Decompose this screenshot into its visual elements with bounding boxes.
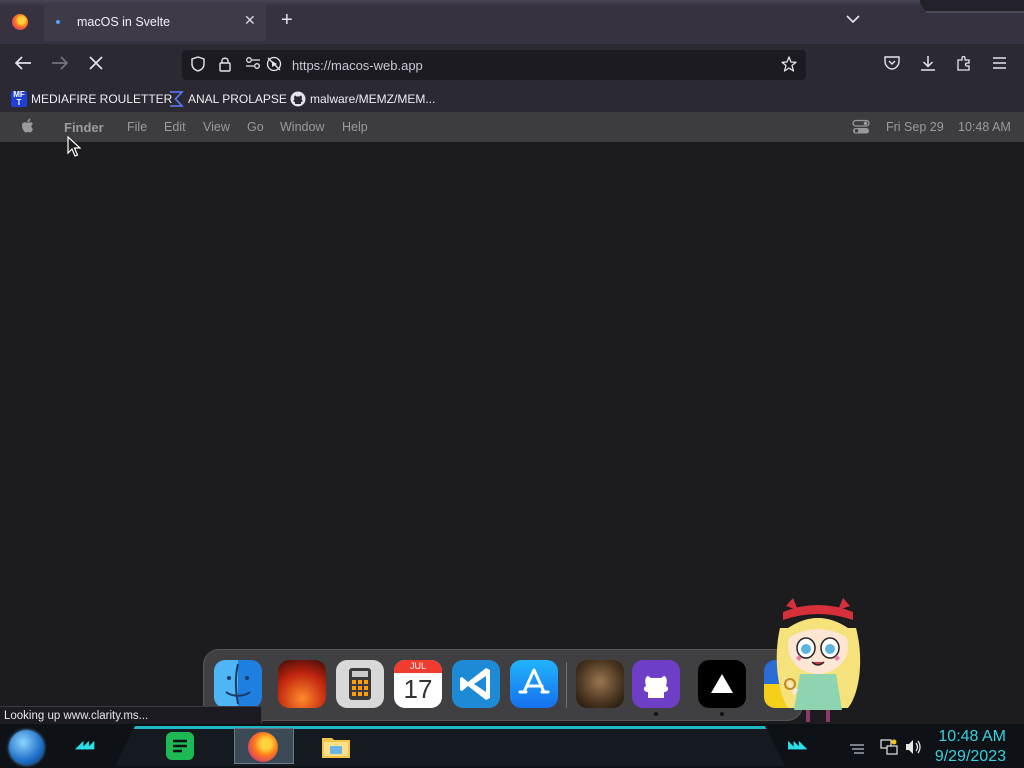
vercel-icon[interactable]: [698, 660, 746, 708]
macos-dock: JUL 17: [203, 649, 803, 721]
start-orb-icon[interactable]: [9, 730, 44, 765]
firefox-menu-icon[interactable]: [12, 14, 28, 30]
calculator-icon[interactable]: [336, 660, 384, 708]
calendar-month: JUL: [394, 660, 442, 673]
mouse-cursor-icon: [67, 135, 82, 162]
windows-taskbar: ◢◢◢ ◣◣◣ 10:48 AM 9/29/2023: [0, 724, 1024, 768]
autoplay-blocked-icon[interactable]: [266, 56, 282, 75]
volume-icon[interactable]: [904, 739, 922, 760]
hamburger-menu-icon[interactable]: [992, 55, 1007, 75]
stop-loading-button[interactable]: [88, 55, 104, 76]
control-center-icon[interactable]: [852, 119, 870, 138]
chevrons-right-decoration: ◣◣◣: [788, 739, 807, 751]
downloads-icon[interactable]: [920, 55, 936, 76]
menu-window[interactable]: Window: [280, 120, 324, 134]
menu-go[interactable]: Go: [247, 120, 264, 134]
bookmark-label: MEDIAFIRE ROULETTER: [31, 92, 173, 106]
menu-file[interactable]: File: [127, 120, 147, 134]
macos-web-app: Finder File Edit View Go Window Help Fri…: [0, 112, 1024, 724]
menubar-time: 10:48 AM: [958, 120, 1011, 134]
calendar-day: 17: [403, 674, 433, 704]
firefox-icon: [248, 732, 278, 762]
github-app-icon[interactable]: [632, 660, 680, 708]
back-button[interactable]: [14, 55, 32, 76]
bookmark-label: malware/MEMZ/MEM...: [310, 92, 436, 106]
lock-icon[interactable]: [219, 56, 231, 75]
navigation-toolbar: https://macos-web.app: [0, 44, 1024, 86]
tracking-protection-shield-icon[interactable]: [191, 56, 205, 75]
apple-logo-icon[interactable]: [21, 118, 36, 135]
ventura-wallpaper-icon[interactable]: [278, 660, 326, 708]
show-hidden-icons-icon[interactable]: [848, 742, 866, 760]
bookmark-mediafire[interactable]: MF T MEDIAFIRE ROULETTER: [11, 91, 172, 107]
bookmark-anal-prolapse[interactable]: ANAL PROLAPSE: [168, 91, 287, 107]
list-tabs-chevron-icon[interactable]: [846, 11, 860, 27]
taskbar-band: [115, 726, 785, 766]
mft-icon: MF T: [11, 91, 27, 107]
permissions-icon[interactable]: [245, 56, 261, 73]
pocket-icon[interactable]: [884, 55, 900, 75]
macos-menubar: Finder File Edit View Go Window Help Fri…: [0, 112, 1024, 142]
menu-help[interactable]: Help: [342, 120, 368, 134]
file-explorer-icon[interactable]: [320, 730, 352, 762]
loading-dot-icon: [56, 20, 60, 24]
bookmark-star-icon[interactable]: [781, 56, 797, 75]
status-panel: Looking up www.clarity.ms...: [0, 706, 262, 726]
running-indicator: [654, 712, 658, 716]
star-butterfly-mascot-image: [768, 598, 868, 724]
taskbar-time[interactable]: 10:48 AM: [938, 728, 1006, 746]
forward-button[interactable]: [51, 55, 69, 76]
firefox-taskbar-button[interactable]: [234, 728, 294, 764]
sigma-icon: [168, 91, 184, 107]
close-tab-icon[interactable]: ✕: [244, 12, 256, 29]
menu-edit[interactable]: Edit: [164, 120, 186, 134]
chevrons-left-decoration: ◢◢◢: [75, 739, 94, 751]
spotify-like-app-icon[interactable]: [164, 730, 196, 762]
network-icon[interactable]: [880, 738, 898, 761]
theme-decoration: [918, 0, 1024, 13]
github-icon: [290, 91, 306, 107]
tab-title: macOS in Svelte: [77, 15, 171, 29]
taskbar-date[interactable]: 9/29/2023: [935, 748, 1006, 766]
menu-finder[interactable]: Finder: [64, 120, 104, 135]
running-indicator: [720, 712, 724, 716]
vscode-icon[interactable]: [452, 660, 500, 708]
new-tab-button[interactable]: +: [281, 10, 293, 30]
bookmarks-toolbar: MF T MEDIAFIRE ROULETTER ANAL PROLAPSE ma…: [0, 86, 1024, 112]
menubar-date: Fri Sep 29: [886, 120, 944, 134]
finder-icon[interactable]: [214, 660, 262, 708]
cat-photo-icon[interactable]: [576, 660, 624, 708]
menu-view[interactable]: View: [203, 120, 230, 134]
calendar-icon[interactable]: JUL 17: [394, 660, 442, 708]
bookmark-memz[interactable]: malware/MEMZ/MEM...: [290, 91, 435, 107]
app-store-icon[interactable]: [510, 660, 558, 708]
url-text: https://macos-web.app: [292, 58, 423, 73]
tab-macos-in-svelte[interactable]: macOS in Svelte ✕: [44, 3, 266, 41]
url-bar[interactable]: https://macos-web.app: [182, 50, 806, 80]
browser-tab-strip: macOS in Svelte ✕ +: [0, 0, 1024, 44]
dock-separator: [566, 662, 567, 708]
bookmark-label: ANAL PROLAPSE: [188, 92, 287, 106]
extensions-puzzle-icon[interactable]: [956, 55, 972, 76]
